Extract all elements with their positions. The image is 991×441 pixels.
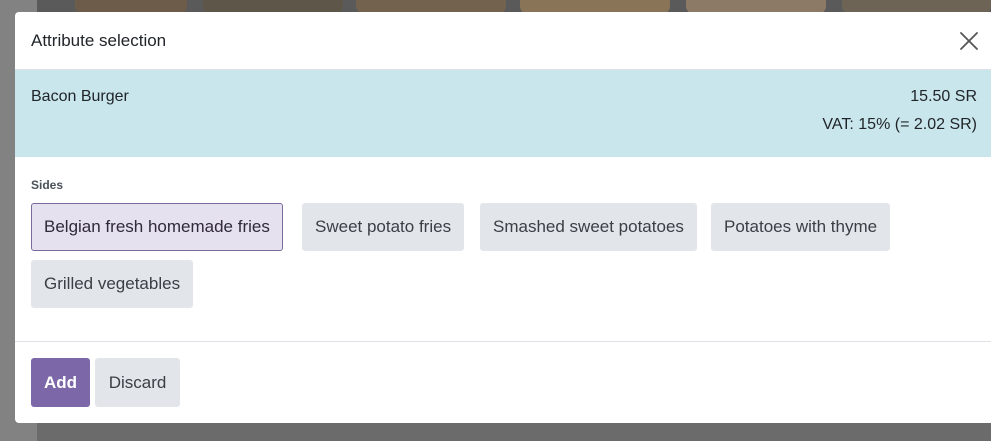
dialog-title: Attribute selection <box>31 31 167 50</box>
discard-button[interactable]: Discard <box>95 358 180 407</box>
product-name: Bacon Burger <box>31 88 129 105</box>
option-smashed-sweet-potatoes[interactable]: Smashed sweet potatoes <box>480 203 697 251</box>
product-vat: VAT: 15% (= 2.02 SR) <box>822 116 977 133</box>
close-icon <box>960 32 978 50</box>
attribute-selection-dialog: Attribute selection Bacon Burger 15.50 S… <box>15 12 991 423</box>
background-page <box>37 423 991 441</box>
footer-divider <box>15 341 991 342</box>
close-button[interactable] <box>957 29 981 53</box>
dialog-header: Attribute selection <box>15 12 991 70</box>
product-summary: Bacon Burger 15.50 SR VAT: 15% (= 2.02 S… <box>15 70 991 157</box>
option-potatoes-with-thyme[interactable]: Potatoes with thyme <box>711 203 891 251</box>
option-sweet-potato-fries[interactable]: Sweet potato fries <box>302 203 465 251</box>
option-grilled-vegetables[interactable]: Grilled vegetables <box>31 260 194 308</box>
option-belgian-fries[interactable]: Belgian fresh homemade fries <box>31 203 283 251</box>
add-button[interactable]: Add <box>31 358 90 407</box>
attribute-label: Sides <box>31 178 64 192</box>
product-price: 15.50 SR <box>910 88 977 105</box>
